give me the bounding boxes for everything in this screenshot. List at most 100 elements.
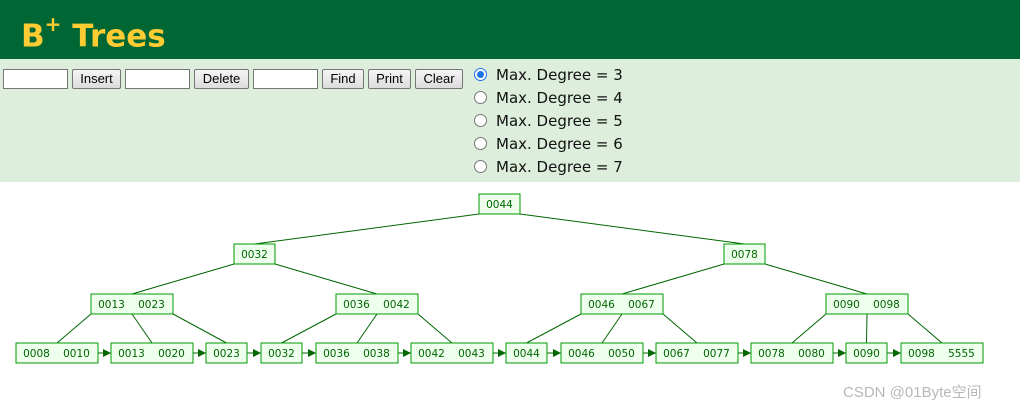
page-title: B+ Trees	[21, 8, 166, 56]
node-key: 0023	[138, 299, 165, 311]
title-superscript: +	[44, 12, 62, 36]
internal-node: 0044	[478, 193, 521, 215]
tree-edge	[131, 313, 153, 344]
node-key: 0032	[268, 348, 295, 360]
internal-node: 0036 0042	[335, 293, 419, 315]
node-key: 0036	[343, 299, 370, 311]
node-key: 0042	[418, 348, 445, 360]
find-input[interactable]	[253, 69, 318, 89]
clear-button[interactable]: Clear	[415, 69, 463, 89]
node-key: 0032	[241, 249, 268, 261]
radio-button[interactable]	[474, 68, 487, 81]
tree-edge	[172, 313, 227, 344]
title-text-rest: Trees	[61, 18, 166, 55]
node-key: 0080	[798, 348, 825, 360]
degree-option-6[interactable]: Max. Degree = 6	[474, 132, 623, 155]
radio-button[interactable]	[474, 114, 487, 127]
node-key: 0046	[588, 299, 615, 311]
node-key: 0023	[213, 348, 240, 360]
leaf-node: 0044	[505, 342, 548, 364]
node-key: 0013	[118, 348, 145, 360]
node-key: 0077	[703, 348, 730, 360]
degree-option-7[interactable]: Max. Degree = 7	[474, 155, 623, 178]
node-key: 0044	[486, 199, 513, 211]
node-key: 0067	[663, 348, 690, 360]
leaf-node: 0090	[845, 342, 888, 364]
leaf-node: 0032	[260, 342, 303, 364]
internal-node: 0090 0098	[825, 293, 909, 315]
leaf-node: 0067 0077	[655, 342, 739, 364]
tree-edge	[866, 313, 868, 344]
insert-button[interactable]: Insert	[72, 69, 121, 89]
internal-node: 0078	[723, 243, 766, 265]
node-key: 0078	[758, 348, 785, 360]
tree-edge	[621, 263, 725, 295]
node-key: 0010	[63, 348, 90, 360]
degree-option-5[interactable]: Max. Degree = 5	[474, 109, 623, 132]
node-key: 0078	[731, 249, 758, 261]
degree-option-label: Max. Degree = 4	[496, 88, 623, 107]
tree-edge	[791, 313, 827, 344]
leaf-node: 0023	[205, 342, 248, 364]
node-key: 5555	[948, 348, 975, 360]
node-key: 0038	[363, 348, 390, 360]
tree-edge	[356, 313, 378, 344]
internal-node: 0046 0067	[580, 293, 664, 315]
node-key: 0090	[833, 299, 860, 311]
degree-option-label: Max. Degree = 3	[496, 65, 623, 84]
tree-edge	[907, 313, 943, 344]
tree-edge	[131, 263, 235, 295]
tree-edge	[254, 213, 480, 245]
leaf-node: 0098 5555	[900, 342, 984, 364]
watermark: CSDN @01Byte空间	[843, 384, 982, 401]
degree-radio-group: Max. Degree = 3 Max. Degree = 4 Max. Deg…	[474, 63, 623, 178]
node-key: 0098	[908, 348, 935, 360]
node-key: 0043	[458, 348, 485, 360]
tree-edge	[601, 313, 623, 344]
node-key: 0090	[853, 348, 880, 360]
degree-option-3[interactable]: Max. Degree = 3	[474, 63, 623, 86]
tree-edges	[56, 213, 943, 357]
tree-nodes: 0044 0032 0078 0013 0023 0036 0042 0046 0067 0090…	[15, 193, 984, 364]
leaf-node: 0008 0010	[15, 342, 99, 364]
tree-edge	[281, 313, 337, 344]
tree-edge	[764, 263, 868, 295]
node-key: 0036	[323, 348, 350, 360]
header-bar: B+ Trees	[0, 0, 1020, 59]
node-key: 0098	[873, 299, 900, 311]
node-key: 0042	[383, 299, 410, 311]
node-key: 0008	[23, 348, 50, 360]
leaf-node: 0013 0020	[110, 342, 194, 364]
find-button[interactable]: Find	[322, 69, 364, 89]
node-key: 0050	[608, 348, 635, 360]
bplus-tree-canvas: 0044 0032 0078 0013 0023 0036 0042 0046 0067 0090…	[15, 193, 984, 364]
node-key: 0067	[628, 299, 655, 311]
leaf-node: 0078 0080	[750, 342, 834, 364]
degree-option-label: Max. Degree = 6	[496, 134, 623, 153]
delete-input[interactable]	[125, 69, 190, 89]
degree-option-label: Max. Degree = 5	[496, 111, 623, 130]
internal-node: 0032	[233, 243, 276, 265]
delete-button[interactable]: Delete	[194, 69, 249, 89]
degree-option-4[interactable]: Max. Degree = 4	[474, 86, 623, 109]
tree-edge	[519, 213, 745, 245]
tree-edge	[274, 263, 378, 295]
control-panel: Insert Delete Find Print Clear Max. Degr…	[0, 59, 1020, 182]
radio-button[interactable]	[474, 91, 487, 104]
node-key: 0020	[158, 348, 185, 360]
title-text: B	[21, 18, 45, 55]
tree-edge	[526, 313, 582, 344]
radio-button[interactable]	[474, 160, 487, 173]
print-button[interactable]: Print	[368, 69, 411, 89]
tree-edge	[56, 313, 92, 344]
tree-edge	[417, 313, 453, 344]
radio-button[interactable]	[474, 137, 487, 150]
leaf-node: 0036 0038	[315, 342, 399, 364]
degree-option-label: Max. Degree = 7	[496, 157, 623, 176]
insert-input[interactable]	[3, 69, 68, 89]
tree-edge	[662, 313, 698, 344]
leaf-node: 0042 0043	[410, 342, 494, 364]
node-key: 0044	[513, 348, 540, 360]
node-key: 0013	[98, 299, 125, 311]
leaf-node: 0046 0050	[560, 342, 644, 364]
